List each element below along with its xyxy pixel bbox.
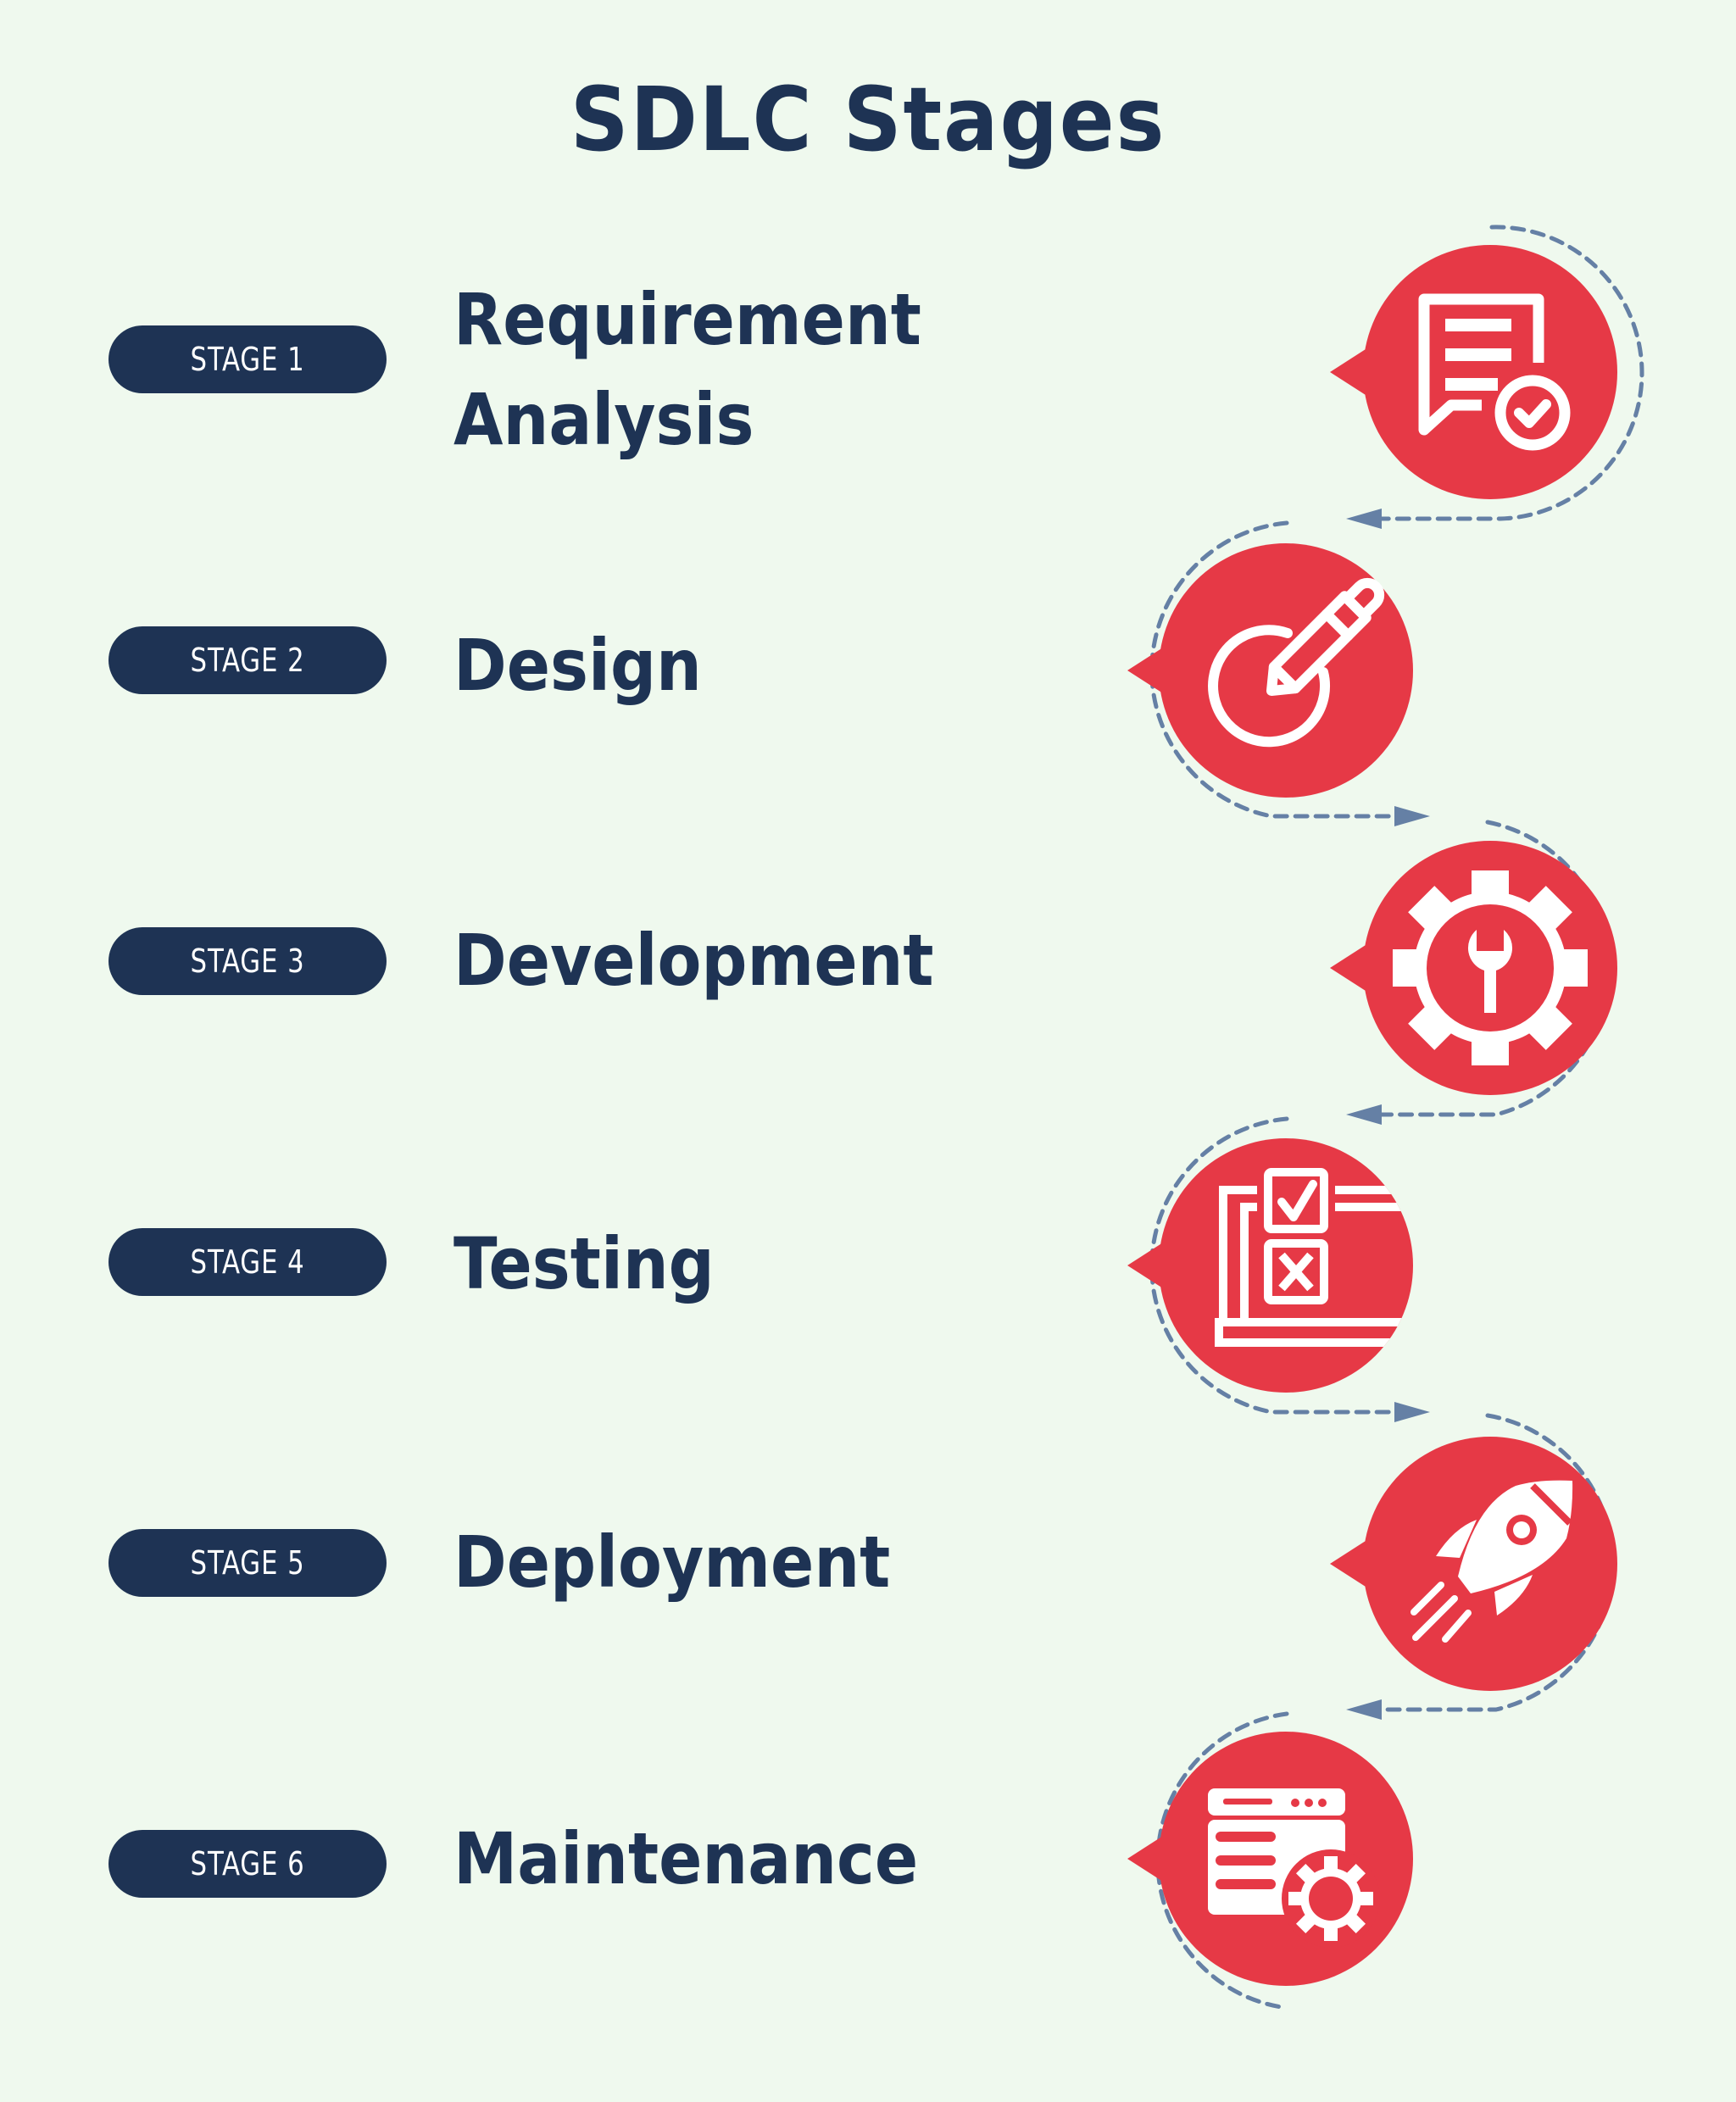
arrowhead-right-4: [1394, 1402, 1430, 1422]
stage-bubble-4: [1127, 1138, 1413, 1393]
stage-bubble-2: [1127, 543, 1413, 798]
arrowhead-left-1: [1346, 509, 1382, 529]
gear-wrench-icon: [1393, 870, 1588, 1065]
arrowhead-right-2: [1394, 806, 1430, 826]
stage-bubble-3: [1330, 841, 1617, 1095]
arrowhead-left-3: [1346, 1104, 1382, 1125]
stage-bubble-6: [1127, 1732, 1413, 1986]
stage-bubble-1: [1330, 245, 1617, 499]
flow-diagram: [771, 225, 1644, 2010]
stage-bubble-5: [1330, 1437, 1617, 1691]
arrowhead-left-5: [1346, 1699, 1382, 1720]
